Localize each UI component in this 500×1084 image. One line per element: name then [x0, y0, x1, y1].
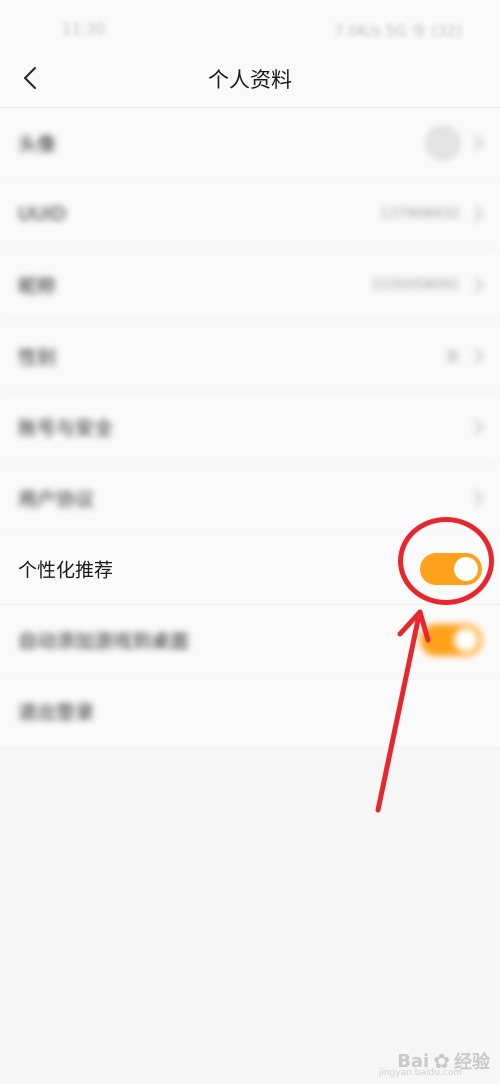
- logout-button[interactable]: 退出登录: [18, 698, 94, 725]
- chevron-right-icon: [474, 490, 484, 506]
- chevron-right-icon: [474, 277, 484, 293]
- row-auto-add-game: 自动添加游戏到桌面: [0, 605, 500, 676]
- row-gender[interactable]: 性别 女: [0, 321, 500, 392]
- status-system-icons: 7.0K/s 5G 令 (32): [334, 22, 462, 40]
- avatar: [426, 126, 460, 160]
- row-value: 女: [446, 349, 460, 365]
- profile-settings-list: 头像 UUID 137908432 昵称 1535058091 性别 女 账号与…: [0, 108, 500, 746]
- chevron-right-icon: [474, 419, 484, 435]
- page-title: 个人资料: [208, 68, 292, 92]
- auto-add-game-toggle[interactable]: [420, 624, 482, 656]
- row-user-agreement[interactable]: 用户协议: [0, 463, 500, 534]
- row-label: 个性化推荐: [18, 559, 114, 582]
- row-label: 昵称: [18, 275, 57, 298]
- watermark: Bai ✿ 经验 jingyan.baidu.com: [379, 1048, 490, 1078]
- row-uuid[interactable]: UUID 137908432: [0, 179, 500, 250]
- chevron-right-icon: [474, 206, 484, 222]
- status-time: 11:30: [62, 20, 106, 38]
- row-label: 用户协议: [18, 488, 95, 511]
- row-value: 1535058091: [370, 277, 460, 293]
- row-account-security[interactable]: 账号与安全: [0, 392, 500, 463]
- row-value: 137908432: [379, 206, 460, 222]
- toggle-knob: [454, 557, 478, 581]
- row-nickname[interactable]: 昵称 1535058091: [0, 250, 500, 321]
- nav-bar: 个人资料: [0, 50, 500, 108]
- row-avatar[interactable]: 头像: [0, 108, 500, 179]
- toggle-knob: [454, 628, 478, 652]
- watermark-url: jingyan.baidu.com: [378, 1068, 462, 1078]
- row-logout[interactable]: 退出登录: [0, 676, 500, 746]
- row-personalized-recommendation: 个性化推荐: [0, 534, 500, 605]
- chevron-right-icon: [474, 135, 484, 151]
- personalized-recommendation-toggle[interactable]: [420, 553, 482, 585]
- status-bar: 11:30 7.0K/s 5G 令 (32): [0, 0, 500, 50]
- row-label: 头像: [18, 133, 57, 156]
- row-label: 账号与安全: [18, 417, 114, 440]
- row-label: 性别: [18, 346, 57, 369]
- row-label: 自动添加游戏到桌面: [18, 630, 190, 653]
- chevron-right-icon: [474, 348, 484, 364]
- row-label: UUID: [18, 203, 67, 225]
